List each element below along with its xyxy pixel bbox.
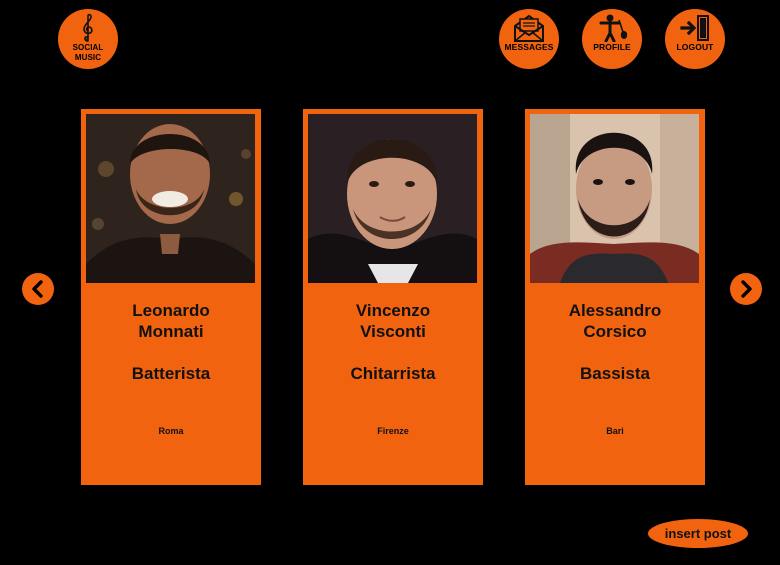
first-name: Leonardo <box>132 301 210 320</box>
app-logo[interactable]: SOCIAL MUSIC <box>58 9 118 69</box>
musician-card[interactable]: Alessandro Corsico Bassista Bari <box>525 109 705 485</box>
musician-name: Alessandro Corsico <box>530 300 700 342</box>
musician-photo <box>308 114 477 283</box>
logo-text-line1: SOCIAL <box>72 43 104 52</box>
treble-clef-icon <box>83 13 93 42</box>
musician-name: Vincenzo Visconti <box>308 300 478 342</box>
insert-post-button[interactable]: insert post <box>648 519 748 548</box>
musician-role: Chitarrista <box>350 364 436 383</box>
musician-card[interactable]: Leonardo Monnati Batterista Roma <box>81 109 261 485</box>
logout-door-icon <box>680 15 709 41</box>
first-name: Alessandro <box>568 301 662 320</box>
musician-card[interactable]: Vincenzo Visconti Chitarrista Firenze <box>303 109 483 485</box>
last-name: Visconti <box>360 322 426 341</box>
musician-city: Roma <box>158 426 184 436</box>
musician-photo <box>86 114 255 283</box>
messages-label: MESSAGES <box>504 42 554 52</box>
musician-name: Leonardo Monnati <box>86 300 256 342</box>
profile-button[interactable]: PROFILE <box>582 9 642 69</box>
musician-icon <box>599 14 628 42</box>
last-name: Corsico <box>583 322 647 341</box>
carousel-prev-button[interactable] <box>22 273 54 305</box>
logout-button[interactable]: LOGOUT <box>665 9 725 69</box>
chevron-left-icon <box>32 280 43 298</box>
envelope-icon <box>514 14 544 42</box>
chevron-right-icon <box>741 280 752 298</box>
messages-button[interactable]: MESSAGES <box>499 9 559 69</box>
last-name: Monnati <box>138 322 204 341</box>
profile-label: PROFILE <box>593 42 631 52</box>
logout-label: LOGOUT <box>676 42 714 52</box>
musician-city: Bari <box>606 426 624 436</box>
logo-text-line2: MUSIC <box>74 53 102 62</box>
musician-city: Firenze <box>377 426 409 436</box>
first-name: Vincenzo <box>355 301 431 320</box>
musician-photo <box>530 114 699 283</box>
musician-role: Bassista <box>580 364 650 383</box>
musician-role: Batterista <box>131 364 211 383</box>
carousel-next-button[interactable] <box>730 273 762 305</box>
